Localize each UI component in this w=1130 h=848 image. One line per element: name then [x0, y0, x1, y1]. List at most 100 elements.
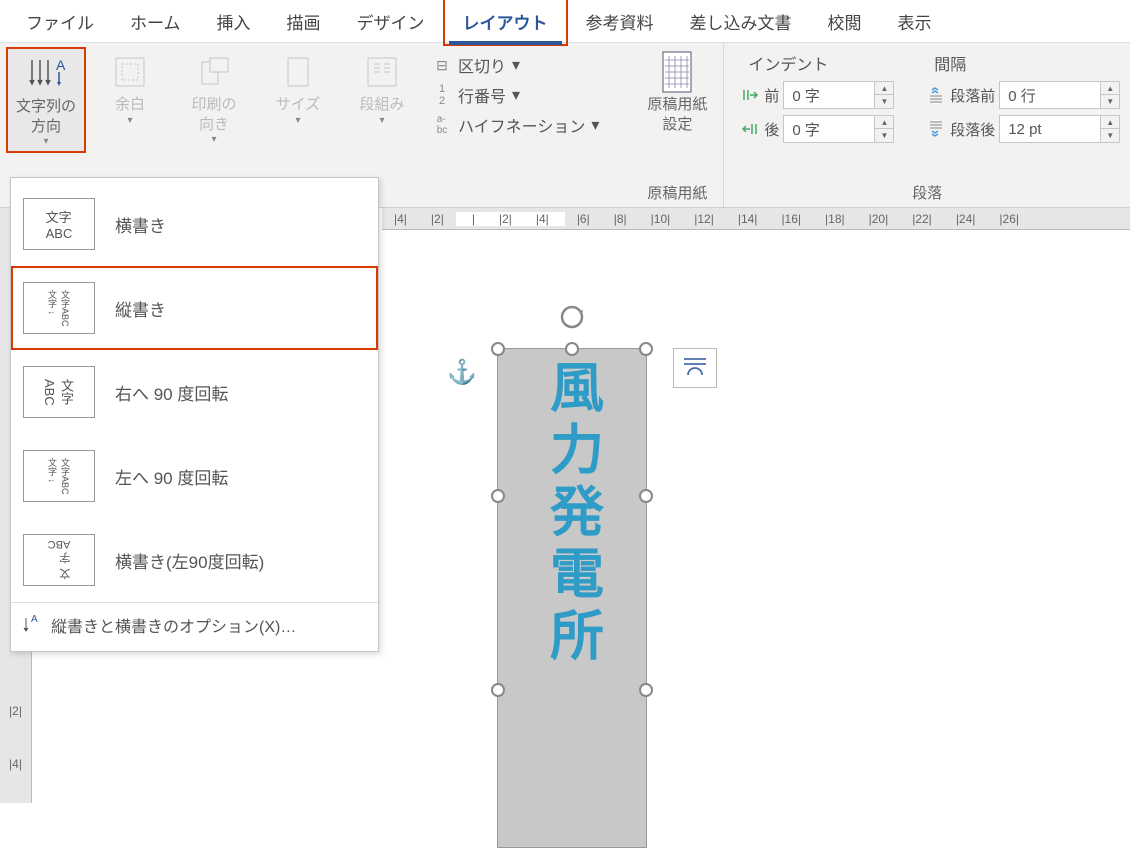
- text-direction-menu: 文字 ABC 横書き 文字ABC 文字 ↓ 縦書き 文字 ABC 右へ 90 度…: [10, 177, 379, 652]
- tab-draw[interactable]: 描画: [269, 0, 339, 44]
- space-before-icon: [928, 87, 946, 103]
- resize-handle-ml[interactable]: [491, 489, 505, 503]
- breaks-button[interactable]: ⊟区切り ▾: [426, 51, 605, 79]
- menu-rotate-left-label: 左へ 90 度回転: [115, 464, 228, 489]
- caret-icon: ▾: [512, 85, 520, 105]
- ruler-tick: |20|: [869, 212, 889, 226]
- menu-vertical-label: 縦書き: [115, 296, 166, 321]
- margins-icon: [109, 51, 151, 93]
- line-numbers-button[interactable]: 12行番号 ▾: [426, 81, 605, 109]
- textbox-text[interactable]: 風力発電所: [533, 359, 612, 669]
- ruler-tick: |: [472, 212, 475, 226]
- space-after-icon: [928, 121, 946, 137]
- svg-text:A: A: [56, 57, 66, 73]
- spin-up[interactable]: ▲: [1101, 116, 1119, 129]
- resize-handle-br[interactable]: [639, 683, 653, 697]
- rotate-handle[interactable]: [558, 303, 586, 331]
- ruler-tick: |16|: [781, 212, 801, 226]
- textbox-container: ⚓ 風力発電所: [497, 348, 647, 848]
- spin-up[interactable]: ▲: [875, 116, 893, 129]
- spin-up[interactable]: ▲: [875, 82, 893, 95]
- manuscript-label: 原稿用紙 設定: [647, 95, 707, 134]
- group-paragraph: インデント 間隔 前 ▲▼ 段落前 ▲▼ 後 ▲▼ 段落後 ▲: [724, 43, 1130, 207]
- menu-vertical[interactable]: 文字ABC 文字 ↓ 縦書き: [11, 266, 378, 350]
- space-before-input[interactable]: ▲▼: [999, 81, 1120, 109]
- ribbon-tabs: ファイル ホーム 挿入 描画 デザイン レイアウト 参考資料 差し込み文書 校閲…: [0, 0, 1130, 43]
- indent-after-field[interactable]: [784, 119, 874, 140]
- spin-down[interactable]: ▼: [875, 95, 893, 108]
- resize-handle-mr[interactable]: [639, 489, 653, 503]
- tab-home[interactable]: ホーム: [112, 0, 199, 44]
- indent-before-icon: [742, 87, 760, 103]
- spin-down[interactable]: ▼: [1101, 129, 1119, 142]
- line-numbers-icon: 12: [432, 83, 452, 107]
- spin-down[interactable]: ▼: [1101, 95, 1119, 108]
- space-after-field[interactable]: [1000, 119, 1100, 140]
- horizontal-rotated-icon: 文 字 ABC: [23, 534, 95, 586]
- menu-options-label: 縦書きと横書きのオプション(X)…: [51, 613, 296, 637]
- tab-insert[interactable]: 挿入: [199, 0, 269, 44]
- indent-before-field[interactable]: [784, 85, 874, 106]
- columns-button[interactable]: 段組み ▾: [342, 47, 422, 130]
- horizontal-icon: 文字 ABC: [23, 198, 95, 250]
- tab-review[interactable]: 校閲: [810, 0, 880, 44]
- menu-options[interactable]: A 縦書きと横書きのオプション(X)…: [11, 602, 378, 647]
- indent-after-icon: [742, 121, 760, 137]
- breaks-icon: ⊟: [432, 57, 452, 74]
- textbox[interactable]: 風力発電所: [497, 348, 647, 848]
- resize-handle-bl[interactable]: [491, 683, 505, 697]
- margins-button[interactable]: 余白 ▾: [90, 47, 170, 130]
- manuscript-button[interactable]: 原稿用紙 設定: [637, 47, 717, 138]
- space-before-field[interactable]: [1000, 85, 1100, 106]
- text-direction-icon: A: [25, 53, 67, 95]
- spin-up[interactable]: ▲: [1101, 82, 1119, 95]
- orientation-icon: [193, 51, 235, 93]
- size-button[interactable]: サイズ ▾: [258, 47, 338, 130]
- hyphenation-button[interactable]: a-bcハイフネーション ▾: [426, 111, 605, 139]
- tab-view[interactable]: 表示: [880, 0, 950, 44]
- orientation-button[interactable]: 印刷の 向き ▾: [174, 47, 254, 149]
- menu-horizontal-rotated[interactable]: 文 字 ABC 横書き(左90度回転): [11, 518, 378, 602]
- size-icon: [277, 51, 319, 93]
- space-after-label: 段落後: [928, 119, 995, 140]
- space-before-label: 段落前: [928, 85, 995, 106]
- space-after-input[interactable]: ▲▼: [999, 115, 1120, 143]
- tab-file[interactable]: ファイル: [8, 0, 112, 44]
- page-setup-small-list: ⊟区切り ▾ 12行番号 ▾ a-bcハイフネーション ▾: [426, 47, 605, 139]
- ruler-tick: |2|: [431, 212, 444, 226]
- tab-mailings[interactable]: 差し込み文書: [672, 0, 810, 44]
- ruler-tick: |4|: [394, 212, 407, 226]
- ruler-tick: |24|: [956, 212, 976, 226]
- caret-icon: ▾: [295, 115, 300, 126]
- indent-before-input[interactable]: ▲▼: [783, 81, 894, 109]
- ruler-tick: |10|: [651, 212, 671, 226]
- hyphenation-icon: a-bc: [432, 114, 452, 136]
- ruler-tick: |22|: [912, 212, 932, 226]
- tab-design[interactable]: デザイン: [339, 0, 443, 44]
- tab-references[interactable]: 参考資料: [568, 0, 672, 44]
- text-direction-button[interactable]: A 文字列の 方向 ▾: [6, 47, 86, 153]
- ruler-tick: |8|: [614, 212, 627, 226]
- resize-handle-tm[interactable]: [565, 342, 579, 356]
- caret-icon: ▾: [43, 136, 48, 147]
- ruler-tick: |2|: [499, 212, 512, 226]
- indent-after-input[interactable]: ▲▼: [783, 115, 894, 143]
- spacing-header: 間隔: [928, 51, 1124, 75]
- rotate-left-icon: 文字ABC 文字 ↓: [23, 450, 95, 502]
- spin-down[interactable]: ▼: [875, 129, 893, 142]
- columns-label: 段組み: [359, 95, 404, 115]
- manuscript-icon: [656, 51, 698, 93]
- menu-rotate-left[interactable]: 文字ABC 文字 ↓ 左へ 90 度回転: [11, 434, 378, 518]
- ruler-tick: |18|: [825, 212, 845, 226]
- menu-rotate-right-label: 右へ 90 度回転: [115, 380, 228, 405]
- tab-layout[interactable]: レイアウト: [443, 0, 568, 46]
- size-label: サイズ: [276, 95, 321, 115]
- indent-before-label: 前: [742, 85, 779, 106]
- resize-handle-tr[interactable]: [639, 342, 653, 356]
- resize-handle-tl[interactable]: [491, 342, 505, 356]
- menu-rotate-right[interactable]: 文字 ABC 右へ 90 度回転: [11, 350, 378, 434]
- group-manuscript: 原稿用紙 設定 原稿用紙: [631, 43, 724, 207]
- caret-icon: ▾: [127, 115, 132, 126]
- layout-options-button[interactable]: [673, 348, 717, 388]
- menu-horizontal[interactable]: 文字 ABC 横書き: [11, 182, 378, 266]
